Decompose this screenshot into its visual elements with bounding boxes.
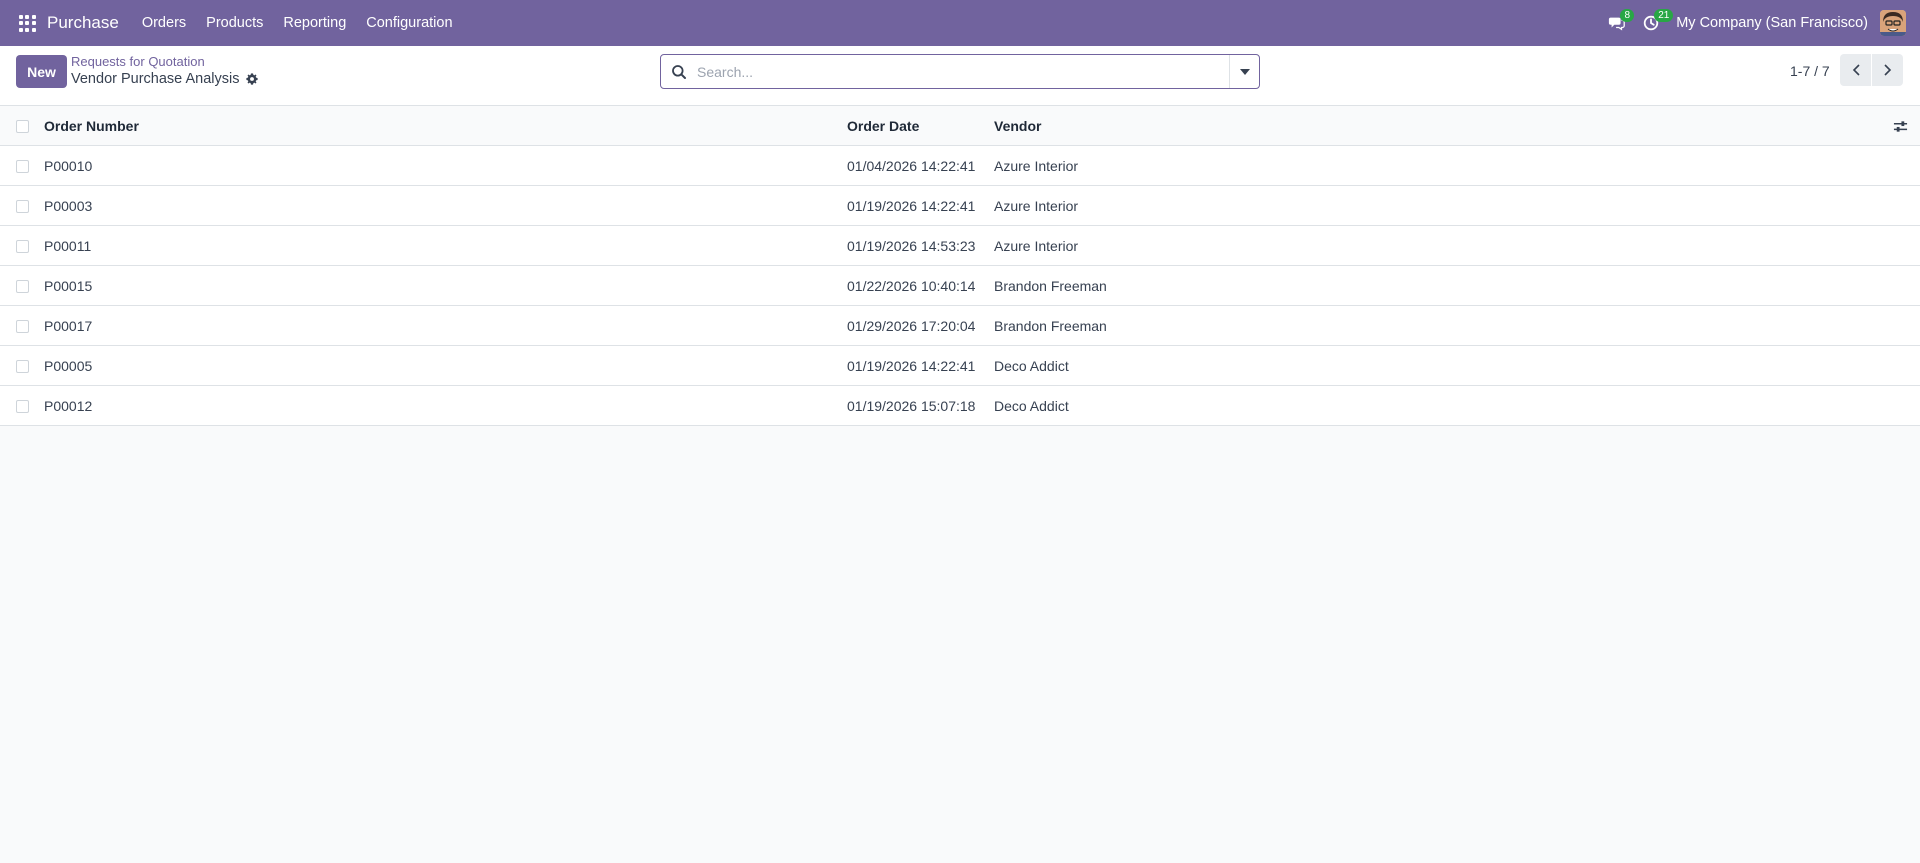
table-row[interactable]: P00005 01/19/2026 14:22:41 Deco Addict xyxy=(0,346,1920,386)
vendor-cell: Azure Interior xyxy=(994,158,1079,174)
app-name[interactable]: Purchase xyxy=(47,13,119,33)
column-header-vendor[interactable]: Vendor xyxy=(994,106,1041,146)
new-button[interactable]: New xyxy=(16,55,67,88)
row-checkbox[interactable] xyxy=(16,240,29,253)
menu-configuration[interactable]: Configuration xyxy=(356,0,462,46)
order-number-cell: P00011 xyxy=(44,238,92,254)
row-checkbox[interactable] xyxy=(16,320,29,333)
page-title: Vendor Purchase Analysis xyxy=(71,71,240,87)
vendor-cell: Deco Addict xyxy=(994,398,1069,414)
menu-orders[interactable]: Orders xyxy=(132,0,196,46)
order-date-cell: 01/22/2026 10:40:14 xyxy=(847,278,976,294)
caret-down-icon xyxy=(1239,68,1250,75)
activities-button[interactable]: 21 xyxy=(1634,0,1674,46)
chevron-left-icon xyxy=(1852,64,1860,76)
breadcrumb-requests-for-quotation[interactable]: Requests for Quotation xyxy=(71,54,205,69)
order-number-cell: P00017 xyxy=(44,318,93,334)
menu-reporting[interactable]: Reporting xyxy=(273,0,356,46)
row-checkbox[interactable] xyxy=(16,200,29,213)
table-row[interactable]: P00003 01/19/2026 14:22:41 Azure Interio… xyxy=(0,186,1920,226)
order-date-cell: 01/19/2026 14:53:23 xyxy=(847,238,976,254)
table-row[interactable]: P00011 01/19/2026 14:53:23 Azure Interio… xyxy=(0,226,1920,266)
row-checkbox[interactable] xyxy=(16,160,29,173)
pager-value[interactable]: 1-7 / 7 xyxy=(1790,63,1830,79)
activities-badge: 21 xyxy=(1654,9,1674,22)
order-number-cell: P00012 xyxy=(44,398,93,414)
order-number-cell: P00010 xyxy=(44,158,93,174)
order-number-cell: P00005 xyxy=(44,358,93,374)
order-date-cell: 01/19/2026 15:07:18 xyxy=(847,398,976,414)
column-header-order-number[interactable]: Order Number xyxy=(44,106,139,146)
vendor-cell: Deco Addict xyxy=(994,358,1069,374)
vendor-cell: Brandon Freeman xyxy=(994,318,1107,334)
systray: 8 21 My Company (San Francisco) xyxy=(1600,0,1920,46)
search-input[interactable] xyxy=(687,55,1229,88)
vendor-cell: Azure Interior xyxy=(994,238,1079,254)
order-number-cell: P00015 xyxy=(44,278,93,294)
order-date-cell: 01/19/2026 14:22:41 xyxy=(847,358,976,374)
table-row[interactable]: P00017 01/29/2026 17:20:04 Brandon Freem… xyxy=(0,306,1920,346)
row-checkbox[interactable] xyxy=(16,400,29,413)
table-header: Order Number Order Date Vendor xyxy=(0,106,1920,146)
avatar-image xyxy=(1880,10,1906,36)
row-checkbox[interactable] xyxy=(16,360,29,373)
gear-icon[interactable] xyxy=(245,72,259,86)
order-date-cell: 01/19/2026 14:22:41 xyxy=(847,198,976,214)
table-row[interactable]: P00010 01/04/2026 14:22:41 Azure Interio… xyxy=(0,146,1920,186)
order-date-cell: 01/04/2026 14:22:41 xyxy=(847,158,976,174)
search-icon xyxy=(672,64,686,79)
table-row[interactable]: P00012 01/19/2026 15:07:18 Deco Addict xyxy=(0,386,1920,426)
messages-button[interactable]: 8 xyxy=(1600,0,1635,46)
user-avatar[interactable] xyxy=(1880,10,1906,36)
top-navbar: Purchase Orders Products Reporting Confi… xyxy=(0,0,1920,46)
order-date-cell: 01/29/2026 17:20:04 xyxy=(847,318,976,334)
company-switcher[interactable]: My Company (San Francisco) xyxy=(1668,15,1878,31)
messages-badge: 8 xyxy=(1620,9,1635,22)
column-header-order-date[interactable]: Order Date xyxy=(847,106,919,146)
vendor-cell: Brandon Freeman xyxy=(994,278,1107,294)
vendor-cell: Azure Interior xyxy=(994,198,1079,214)
row-checkbox[interactable] xyxy=(16,280,29,293)
menu-products[interactable]: Products xyxy=(196,0,273,46)
list-view: Order Number Order Date Vendor P00010 01… xyxy=(0,106,1920,426)
search-bar xyxy=(660,54,1260,89)
table-row[interactable]: P00015 01/22/2026 10:40:14 Brandon Freem… xyxy=(0,266,1920,306)
apps-menu-icon[interactable] xyxy=(14,10,40,36)
chevron-right-icon xyxy=(1883,64,1891,76)
order-number-cell: P00003 xyxy=(44,198,93,214)
pager-next-button[interactable] xyxy=(1872,54,1903,86)
control-panel: New Requests for Quotation Vendor Purcha… xyxy=(0,46,1920,106)
select-all-checkbox[interactable] xyxy=(16,120,29,133)
breadcrumb-current: Vendor Purchase Analysis xyxy=(71,71,259,87)
optional-columns-icon[interactable] xyxy=(1893,119,1908,134)
search-options-toggle[interactable] xyxy=(1229,55,1259,88)
pager-previous-button[interactable] xyxy=(1840,54,1871,86)
